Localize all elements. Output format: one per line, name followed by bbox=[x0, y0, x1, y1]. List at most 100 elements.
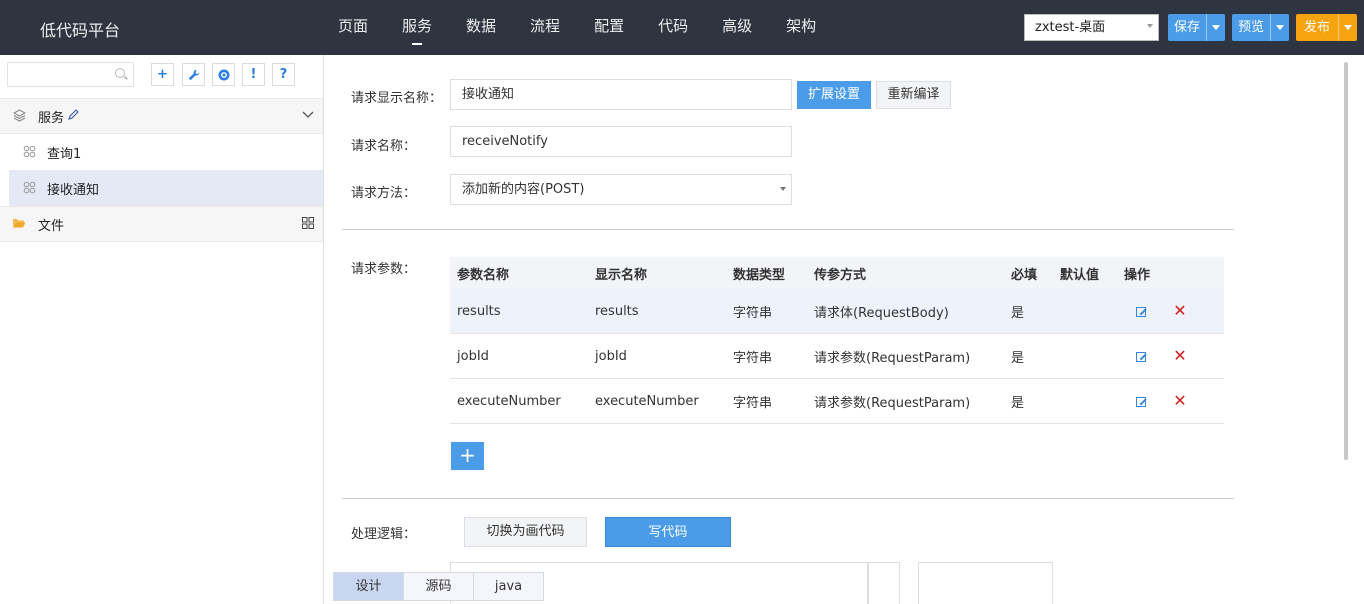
preview-label: 预览 bbox=[1238, 20, 1265, 35]
preview-dropdown-icon[interactable] bbox=[1270, 14, 1289, 41]
service-editor: 请求显示名称： 接收通知 扩展设置 重新编译 请求名称： receiveNoti… bbox=[325, 55, 1340, 604]
chevron-down-icon bbox=[780, 187, 786, 191]
sidebar: + ! ? 服务 查询1 接收通知 文件 bbox=[0, 55, 324, 604]
param-required: 是 bbox=[1011, 350, 1025, 366]
top-bar: 低代码平台 页面 服务 数据 流程 配置 代码 高级 架构 zxtest-桌面 … bbox=[0, 0, 1364, 55]
app-title: 低代码平台 bbox=[40, 21, 121, 40]
param-required: 是 bbox=[1011, 305, 1025, 321]
request-name-input[interactable]: receiveNotify bbox=[450, 126, 792, 157]
delete-icon[interactable]: ✕ bbox=[1173, 301, 1187, 321]
help-icon[interactable]: ? bbox=[272, 63, 295, 86]
service-item-icon bbox=[22, 145, 36, 159]
request-params-label: 请求参数： bbox=[351, 262, 417, 277]
tab-design[interactable]: 设计 bbox=[333, 572, 404, 601]
tree-group-file[interactable]: 文件 bbox=[0, 206, 323, 242]
header-param-name: 参数名称 bbox=[457, 267, 510, 283]
wrench-icon[interactable] bbox=[182, 63, 205, 86]
nav-item-service[interactable]: 服务 bbox=[402, 0, 432, 55]
nav-item-config[interactable]: 配置 bbox=[594, 0, 624, 55]
code-option-partial[interactable] bbox=[918, 562, 1053, 604]
param-mode: 请求体(RequestBody) bbox=[814, 305, 949, 321]
app-select-value: zxtest-桌面 bbox=[1035, 20, 1106, 35]
param-type: 字符串 bbox=[733, 305, 773, 321]
delete-icon[interactable]: ✕ bbox=[1173, 391, 1187, 411]
params-table: 参数名称 显示名称 数据类型 传参方式 必填 默认值 操作 results re… bbox=[450, 257, 1224, 424]
publish-dropdown-icon[interactable] bbox=[1338, 14, 1357, 41]
request-method-value: 添加新的内容(POST) bbox=[462, 182, 585, 197]
tree-group-file-label: 文件 bbox=[38, 218, 65, 234]
service-item-icon bbox=[22, 181, 36, 195]
nav-item-page[interactable]: 页面 bbox=[338, 0, 368, 55]
tab-source[interactable]: 源码 bbox=[403, 572, 474, 601]
extension-settings-button[interactable]: 扩展设置 bbox=[797, 81, 871, 109]
layers-icon bbox=[12, 109, 26, 123]
param-display: jobId bbox=[595, 348, 627, 364]
chevron-down-icon bbox=[1147, 24, 1153, 28]
table-row[interactable]: results results 字符串 请求体(RequestBody) 是 ✕ bbox=[450, 289, 1224, 334]
param-type: 字符串 bbox=[733, 395, 773, 411]
nav-item-flow[interactable]: 流程 bbox=[530, 0, 560, 55]
param-mode: 请求参数(RequestParam) bbox=[814, 395, 971, 411]
delete-icon[interactable]: ✕ bbox=[1173, 346, 1187, 366]
publish-label: 发布 bbox=[1304, 20, 1331, 35]
tree-item-label: 接收通知 bbox=[47, 182, 100, 198]
nav-item-architecture[interactable]: 架构 bbox=[786, 0, 816, 55]
header-data-type: 数据类型 bbox=[733, 267, 786, 283]
table-row[interactable]: jobId jobId 字符串 请求参数(RequestParam) 是 ✕ bbox=[450, 334, 1224, 379]
add-param-button[interactable]: + bbox=[451, 442, 484, 470]
edit-icon[interactable] bbox=[1136, 397, 1146, 407]
param-display: results bbox=[595, 303, 639, 319]
params-table-header: 参数名称 显示名称 数据类型 传参方式 必填 默认值 操作 bbox=[450, 257, 1224, 289]
param-name: results bbox=[457, 303, 501, 319]
nav-item-advanced[interactable]: 高级 bbox=[722, 0, 752, 55]
tab-java[interactable]: java bbox=[473, 572, 544, 601]
tree-item[interactable]: 查询1 bbox=[0, 134, 323, 170]
refresh-icon[interactable] bbox=[212, 63, 235, 86]
tree-group-service[interactable]: 服务 bbox=[0, 98, 323, 134]
edit-icon[interactable] bbox=[1136, 307, 1146, 317]
request-name-label: 请求名称： bbox=[351, 139, 417, 154]
app-select[interactable]: zxtest-桌面 bbox=[1024, 14, 1159, 41]
param-name: jobId bbox=[457, 348, 489, 364]
header-default: 默认值 bbox=[1060, 267, 1100, 283]
write-code-button[interactable]: 写代码 bbox=[605, 517, 731, 547]
pencil-icon[interactable] bbox=[66, 109, 80, 123]
table-row[interactable]: executeNumber executeNumber 字符串 请求参数(Req… bbox=[450, 379, 1224, 424]
header-actions: 操作 bbox=[1124, 267, 1151, 283]
save-button[interactable]: 保存 bbox=[1168, 14, 1226, 41]
header-pass-mode: 传参方式 bbox=[814, 267, 867, 283]
folder-open-icon bbox=[12, 217, 26, 231]
add-icon[interactable]: + bbox=[151, 63, 174, 86]
header-required: 必填 bbox=[1011, 267, 1038, 283]
param-mode: 请求参数(RequestParam) bbox=[814, 350, 971, 366]
tree-item-label: 查询1 bbox=[47, 146, 82, 162]
sidebar-search-input[interactable] bbox=[7, 62, 134, 87]
recompile-button[interactable]: 重新编译 bbox=[876, 81, 951, 109]
save-label: 保存 bbox=[1174, 20, 1201, 35]
save-dropdown-icon[interactable] bbox=[1206, 14, 1225, 41]
logic-label: 处理逻辑： bbox=[351, 527, 417, 542]
tree-item-selected[interactable]: 接收通知 bbox=[9, 170, 323, 206]
main-nav: 页面 服务 数据 流程 配置 代码 高级 架构 bbox=[338, 0, 850, 55]
preview-button[interactable]: 预览 bbox=[1232, 14, 1290, 41]
grid-icon[interactable] bbox=[301, 217, 315, 231]
header-display-name: 显示名称 bbox=[595, 267, 648, 283]
warning-icon[interactable]: ! bbox=[242, 63, 265, 86]
display-name-label: 请求显示名称： bbox=[351, 91, 443, 106]
switch-visual-code-button[interactable]: 切换为画代码 bbox=[464, 517, 587, 547]
publish-button[interactable]: 发布 bbox=[1296, 14, 1358, 41]
nav-item-code[interactable]: 代码 bbox=[658, 0, 688, 55]
nav-item-data[interactable]: 数据 bbox=[466, 0, 496, 55]
param-name: executeNumber bbox=[457, 393, 561, 409]
search-icon[interactable] bbox=[115, 68, 125, 78]
param-display: executeNumber bbox=[595, 393, 699, 409]
edit-icon[interactable] bbox=[1136, 352, 1146, 362]
display-name-input[interactable]: 接收通知 bbox=[450, 79, 792, 110]
divider bbox=[342, 498, 1234, 499]
param-required: 是 bbox=[1011, 395, 1025, 411]
chevron-down-icon[interactable] bbox=[301, 109, 315, 123]
scrollbar-thumb[interactable] bbox=[1344, 62, 1348, 460]
code-editor-side-partial[interactable] bbox=[868, 562, 900, 604]
request-method-select[interactable]: 添加新的内容(POST) bbox=[450, 174, 792, 205]
param-type: 字符串 bbox=[733, 350, 773, 366]
